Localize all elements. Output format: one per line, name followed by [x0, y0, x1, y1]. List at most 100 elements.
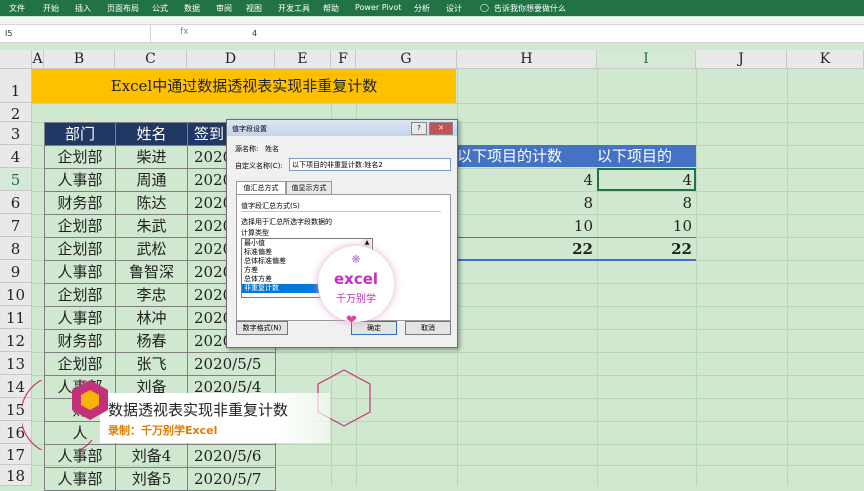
tab-help[interactable]: 帮助 [323, 3, 339, 14]
formula-bar: I5 fx 4 [0, 24, 864, 43]
row-header-5[interactable]: 5 [0, 168, 32, 191]
table-cell[interactable]: 2020/5/7 [187, 467, 276, 491]
close-icon[interactable]: ✕ [429, 122, 453, 135]
column-header-g[interactable]: G [356, 50, 457, 69]
row-header-11[interactable]: 11 [0, 306, 32, 329]
formula-input[interactable]: 4 [252, 29, 257, 38]
tab-show-values-as[interactable]: 值显示方式 [286, 181, 332, 194]
name-box[interactable]: I5 [0, 25, 151, 42]
row-header-4[interactable]: 4 [0, 145, 32, 168]
table-cell[interactable]: 企划部 [44, 214, 116, 238]
fx-icon[interactable]: fx [180, 27, 189, 37]
tab-review[interactable]: 审阅 [216, 3, 232, 14]
table-cell[interactable]: 2020/5/6 [187, 444, 276, 468]
help-icon[interactable]: ? [411, 122, 427, 135]
ribbon-tabs: 文件 开始 插入 页面布局 公式 数据 审阅 视图 开发工具 帮助 Power … [0, 0, 864, 16]
pivot-header-count-i[interactable]: 以下项目的 [597, 145, 696, 167]
tab-analyze[interactable]: 分析 [414, 3, 430, 14]
table-cell[interactable]: 柴进 [115, 145, 188, 169]
table-cell[interactable]: 人事部 [44, 260, 116, 284]
pivot-grand-total-h[interactable]: 22 [457, 240, 593, 258]
pivot-value-i[interactable]: 4 [597, 171, 692, 189]
table-cell[interactable]: 人事部 [44, 467, 116, 491]
column-header-e[interactable]: E [275, 50, 331, 69]
table-cell[interactable]: 刘备5 [115, 467, 188, 491]
dialog-titlebar[interactable]: 值字段设置 ? ✕ [227, 120, 457, 136]
pivot-value-h[interactable]: 10 [457, 217, 593, 235]
row-header-2[interactable]: 2 [0, 103, 32, 123]
table-cell[interactable]: 企划部 [44, 237, 116, 261]
table-cell[interactable]: 张飞 [115, 352, 188, 376]
column-header-h[interactable]: H [457, 50, 597, 69]
number-format-button[interactable]: 数字格式(N) [236, 321, 288, 335]
table-cell[interactable]: 刘备4 [115, 444, 188, 468]
row-header-18[interactable]: 18 [0, 465, 32, 486]
pivot-value-i[interactable]: 8 [597, 194, 692, 212]
tab-page-layout[interactable]: 页面布局 [107, 3, 139, 14]
gridline [32, 103, 864, 104]
logo-mark-icon: ❋ [351, 253, 361, 266]
column-header-k[interactable]: K [787, 50, 864, 69]
column-header-f[interactable]: F [331, 50, 356, 69]
table-cell[interactable]: 企划部 [44, 352, 116, 376]
table-header-name[interactable]: 姓名 [115, 122, 188, 146]
sheet-title-cell[interactable]: Excel中通过数据透视表实现非重复计数 [32, 69, 456, 103]
table-cell[interactable]: 林冲 [115, 306, 188, 330]
row-header-3[interactable]: 3 [0, 122, 32, 145]
row-header-1[interactable]: 1 [0, 69, 32, 103]
pivot-grand-total-i[interactable]: 22 [597, 240, 692, 258]
column-header-a[interactable]: A [32, 50, 44, 69]
pivot-value-h[interactable]: 8 [457, 194, 593, 212]
tell-me-search[interactable]: 告诉我你想要做什么 [494, 3, 566, 14]
channel-logo: ❋ excel 千万别学 [318, 246, 394, 322]
row-header-12[interactable]: 12 [0, 329, 32, 352]
tab-power-pivot[interactable]: Power Pivot [355, 3, 401, 12]
source-name-label: 源名称: [235, 145, 259, 153]
cancel-button[interactable]: 取消 [405, 321, 451, 335]
row-header-7[interactable]: 7 [0, 214, 32, 237]
table-cell[interactable]: 企划部 [44, 145, 116, 169]
column-header-d[interactable]: D [187, 50, 275, 69]
table-cell[interactable]: 周通 [115, 168, 188, 192]
column-header-b[interactable]: B [44, 50, 115, 69]
tab-design[interactable]: 设计 [446, 3, 462, 14]
tab-insert[interactable]: 插入 [75, 3, 91, 14]
pivot-value-h[interactable]: 4 [457, 171, 593, 189]
custom-name-input[interactable]: 以下项目的非重复计数:姓名2 [289, 158, 451, 171]
gridline [696, 69, 697, 486]
tab-summarize-values[interactable]: 值汇总方式 [236, 181, 286, 195]
row-header-8[interactable]: 8 [0, 237, 32, 260]
tab-formulas[interactable]: 公式 [152, 3, 168, 14]
row-header-6[interactable]: 6 [0, 191, 32, 214]
ribbon-gap [0, 17, 864, 24]
tab-file[interactable]: 文件 [9, 3, 25, 14]
table-cell[interactable]: 企划部 [44, 283, 116, 307]
tab-data[interactable]: 数据 [184, 3, 200, 14]
column-header-j[interactable]: J [696, 50, 787, 69]
column-header-c[interactable]: C [115, 50, 187, 69]
table-cell[interactable]: 杨春 [115, 329, 188, 353]
tab-home[interactable]: 开始 [43, 3, 59, 14]
table-cell[interactable]: 陈达 [115, 191, 188, 215]
pivot-value-i[interactable]: 10 [597, 217, 692, 235]
table-cell[interactable]: 李忠 [115, 283, 188, 307]
row-header-13[interactable]: 13 [0, 352, 32, 375]
tab-developer[interactable]: 开发工具 [278, 3, 310, 14]
table-cell[interactable]: 财务部 [44, 329, 116, 353]
name-box-value: I5 [5, 29, 13, 38]
logo-text: excel [333, 270, 379, 288]
table-cell[interactable]: 鲁智深 [115, 260, 188, 284]
table-cell[interactable]: 人事部 [44, 306, 116, 330]
table-cell[interactable]: 人事部 [44, 168, 116, 192]
table-cell[interactable]: 武松 [115, 237, 188, 261]
table-header-dept[interactable]: 部门 [44, 122, 116, 146]
column-header-i[interactable]: I [597, 50, 696, 69]
table-cell[interactable]: 2020/5/5 [187, 352, 276, 376]
row-header-9[interactable]: 9 [0, 260, 32, 283]
tab-view[interactable]: 视图 [246, 3, 262, 14]
select-all-corner[interactable] [0, 50, 32, 69]
row-header-10[interactable]: 10 [0, 283, 32, 306]
table-cell[interactable]: 朱武 [115, 214, 188, 238]
pivot-header-count-h[interactable]: 以下项目的计数 [457, 145, 597, 167]
table-cell[interactable]: 财务部 [44, 191, 116, 215]
